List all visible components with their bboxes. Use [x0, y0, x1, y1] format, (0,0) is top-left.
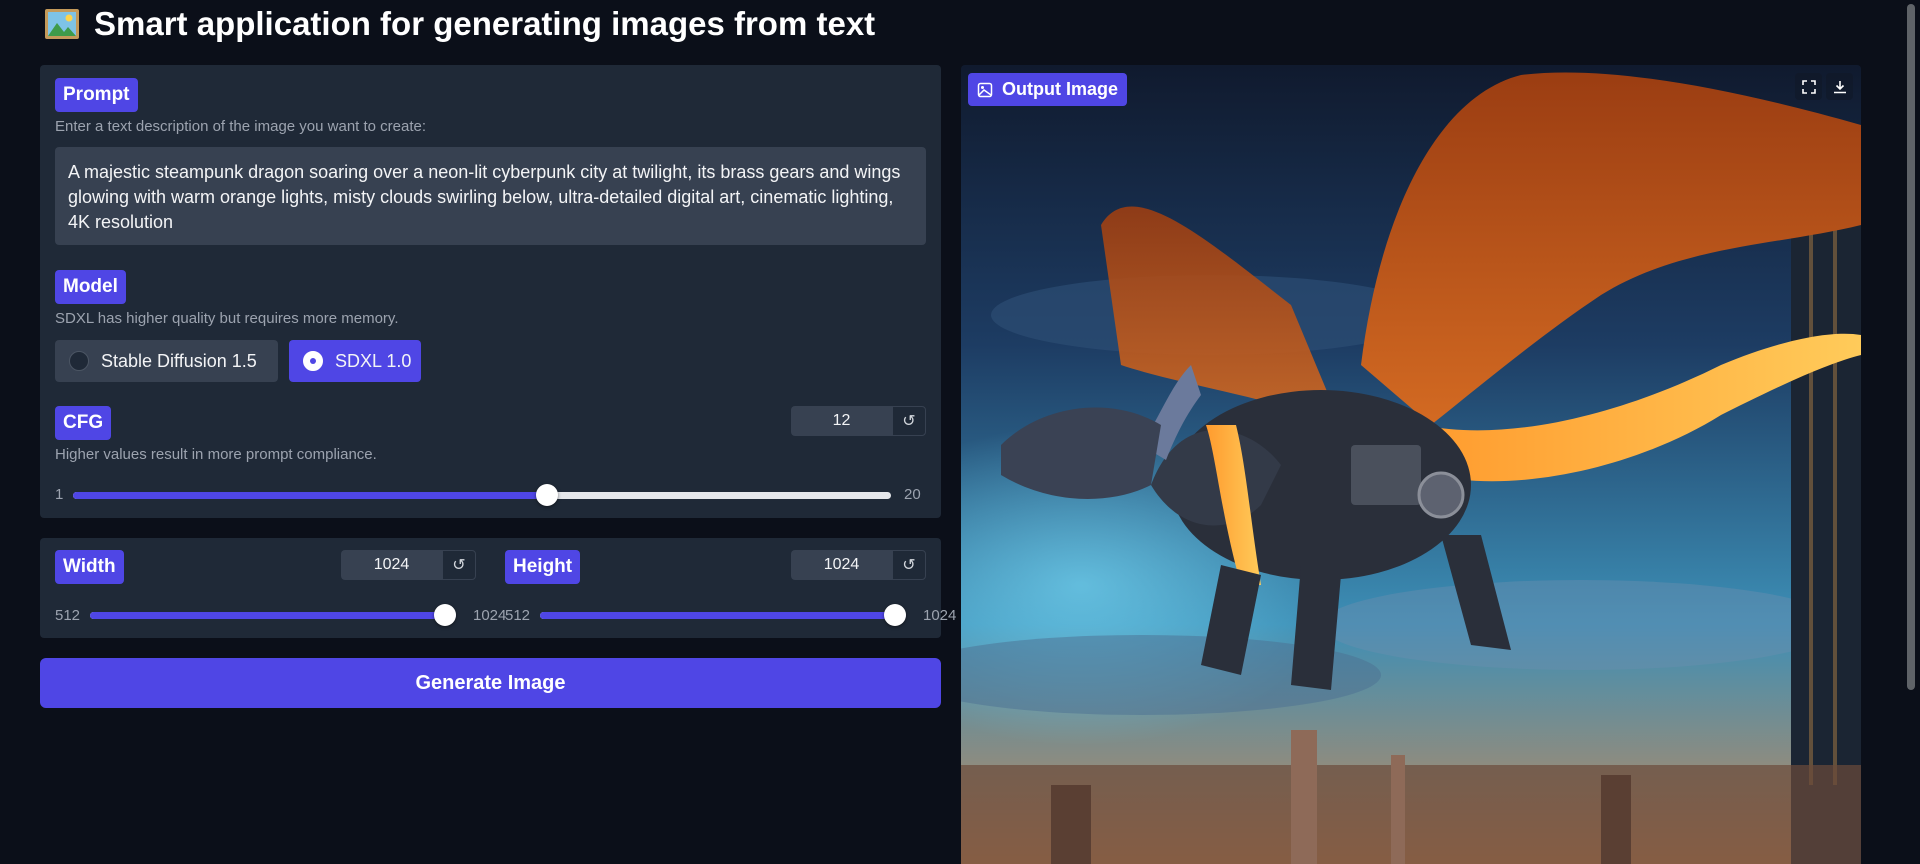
- app-title-text: Smart application for generating images …: [94, 5, 876, 42]
- download-icon: [1833, 80, 1846, 93]
- slider-thumb[interactable]: [535, 484, 558, 506]
- output-image-panel: Output Image: [961, 65, 1861, 864]
- page-scrollbar[interactable]: [1903, 0, 1920, 864]
- settings-panel: Prompt Enter a text description of the i…: [40, 65, 941, 518]
- prompt-text: A majestic steampunk dragon soaring over…: [68, 162, 901, 232]
- width-reset-button[interactable]: ↺: [442, 550, 476, 580]
- cfg-hint: Higher values result in more prompt comp…: [55, 446, 377, 463]
- cfg-value[interactable]: 12: [791, 406, 892, 436]
- prompt-hint: Enter a text description of the image yo…: [55, 118, 427, 135]
- slider-fill: [540, 612, 906, 619]
- cfg-min-label: 1: [55, 486, 64, 503]
- slider-thumb[interactable]: [884, 604, 906, 626]
- height-slider[interactable]: [540, 604, 906, 626]
- model-option-label: Stable Diffusion 1.5: [101, 350, 257, 371]
- reset-icon: ↺: [902, 413, 916, 430]
- cfg-slider[interactable]: [73, 484, 891, 506]
- generated-dragon-image: [961, 65, 1861, 864]
- cfg-max-label: 20: [904, 486, 921, 503]
- height-max-label: 1024: [923, 607, 957, 624]
- width-value[interactable]: 1024: [341, 550, 442, 580]
- image-icon: [977, 82, 993, 97]
- height-value[interactable]: 1024: [791, 550, 892, 580]
- model-option-label: SDXL 1.0: [335, 350, 412, 371]
- model-option-sd15[interactable]: Stable Diffusion 1.5: [55, 340, 278, 382]
- height-min-label: 512: [505, 607, 531, 624]
- framed-picture-icon: [45, 9, 79, 39]
- model-hint: SDXL has higher quality but requires mor…: [55, 310, 399, 327]
- scrollbar-thumb[interactable]: [1907, 4, 1915, 690]
- model-option-sdxl[interactable]: SDXL 1.0: [289, 340, 421, 382]
- width-label: Width: [55, 550, 124, 584]
- height-reset-button[interactable]: ↺: [892, 550, 926, 580]
- fullscreen-icon: [1801, 79, 1816, 94]
- model-label: Model: [55, 270, 126, 304]
- output-image-label-text: Output Image: [1002, 79, 1118, 99]
- width-slider[interactable]: [90, 604, 456, 626]
- size-panel: Width 1024 ↺ 512 1024 Height 1024 ↺ 512 …: [40, 538, 956, 638]
- cfg-number-input[interactable]: 12 ↺: [791, 406, 926, 436]
- cfg-reset-button[interactable]: ↺: [892, 406, 926, 436]
- slider-fill: [73, 492, 547, 499]
- width-min-label: 512: [55, 607, 81, 624]
- output-toolbar: [1795, 73, 1853, 100]
- output-image-label: Output Image: [968, 73, 1127, 106]
- prompt-label: Prompt: [55, 78, 138, 112]
- cfg-label: CFG: [55, 406, 112, 440]
- radio-selected-icon: [303, 351, 323, 371]
- width-number-input[interactable]: 1024 ↺: [341, 550, 476, 580]
- generate-button-label: Generate Image: [415, 671, 566, 694]
- generate-image-button[interactable]: Generate Image: [40, 658, 941, 708]
- prompt-textarea[interactable]: A majestic steampunk dragon soaring over…: [55, 147, 926, 245]
- fullscreen-button[interactable]: [1795, 73, 1822, 100]
- height-label: Height: [505, 550, 581, 584]
- reset-icon: ↺: [902, 557, 916, 574]
- slider-fill: [90, 612, 456, 619]
- app-title: Smart application for generating images …: [44, 4, 875, 44]
- download-button[interactable]: [1826, 73, 1853, 100]
- reset-icon: ↺: [452, 557, 466, 574]
- radio-unselected-icon: [69, 351, 89, 371]
- width-max-label: 1024: [473, 607, 507, 624]
- slider-thumb[interactable]: [434, 604, 456, 626]
- height-number-input[interactable]: 1024 ↺: [791, 550, 926, 580]
